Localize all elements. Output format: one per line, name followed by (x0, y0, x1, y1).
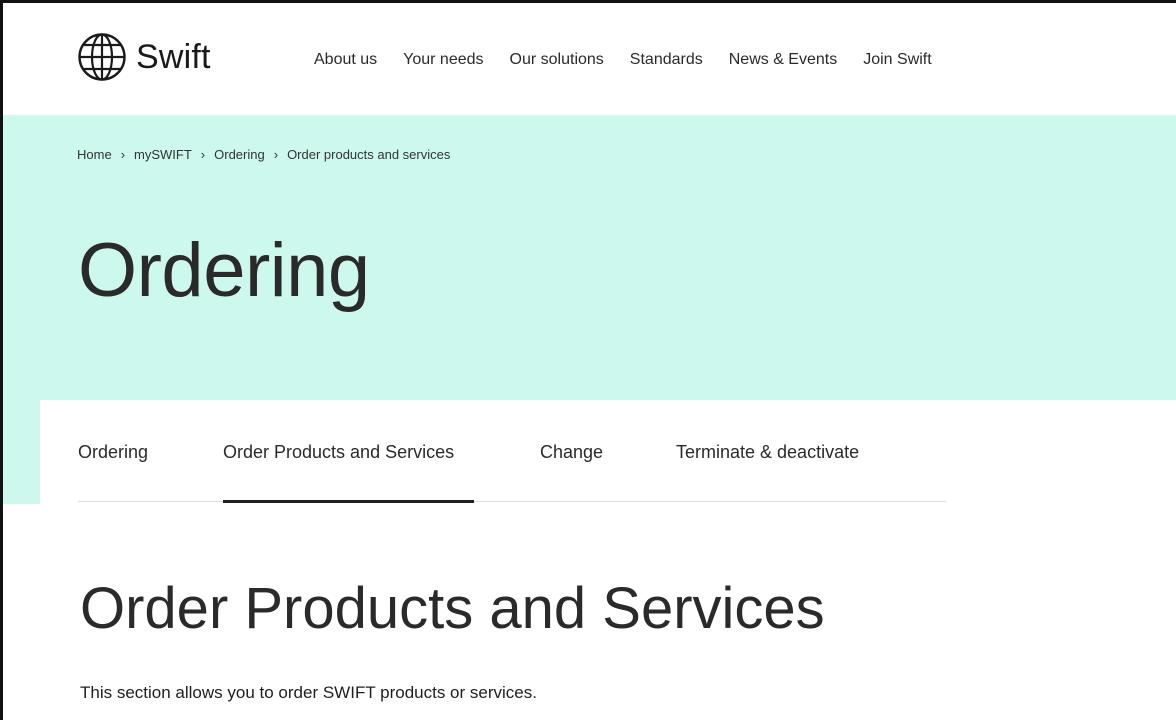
logo-wordmark: Swift (136, 37, 211, 76)
page-title: Ordering (78, 228, 370, 313)
tabs-divider (78, 501, 946, 502)
globe-icon (78, 33, 126, 81)
section-tabs: Ordering Order Products and Services Cha… (78, 400, 946, 504)
breadcrumb-current-page: Order products and services (287, 147, 451, 162)
breadcrumb: Home › mySWIFT › Ordering › Order produc… (77, 147, 450, 162)
breadcrumb-ordering[interactable]: Ordering (214, 147, 265, 162)
breadcrumb-separator-icon: › (120, 147, 126, 162)
nav-item-join-swift[interactable]: Join Swift (863, 51, 931, 69)
breadcrumb-separator-icon: › (200, 147, 206, 162)
nav-item-your-needs[interactable]: Your needs (403, 51, 483, 69)
main-nav: About us Your needs Our solutions Standa… (314, 51, 958, 69)
breadcrumb-myswift[interactable]: mySWIFT (134, 147, 192, 162)
nav-item-our-solutions[interactable]: Our solutions (510, 51, 604, 69)
breadcrumb-separator-icon: › (273, 147, 279, 162)
breadcrumb-home[interactable]: Home (77, 147, 112, 162)
section-title: Order Products and Services (80, 576, 825, 641)
active-tab-indicator (223, 500, 474, 503)
section-description: This section allows you to order SWIFT p… (80, 683, 537, 702)
tab-order-products-and-services[interactable]: Order Products and Services (223, 442, 454, 463)
tab-ordering[interactable]: Ordering (78, 442, 148, 463)
tab-change[interactable]: Change (540, 442, 603, 463)
hero-banner-tail (3, 400, 40, 504)
nav-item-standards[interactable]: Standards (630, 51, 703, 69)
swift-logo[interactable]: Swift (77, 32, 211, 82)
nav-item-about-us[interactable]: About us (314, 51, 377, 69)
nav-item-news-events[interactable]: News & Events (729, 51, 837, 69)
tab-terminate-deactivate[interactable]: Terminate & deactivate (676, 442, 859, 463)
